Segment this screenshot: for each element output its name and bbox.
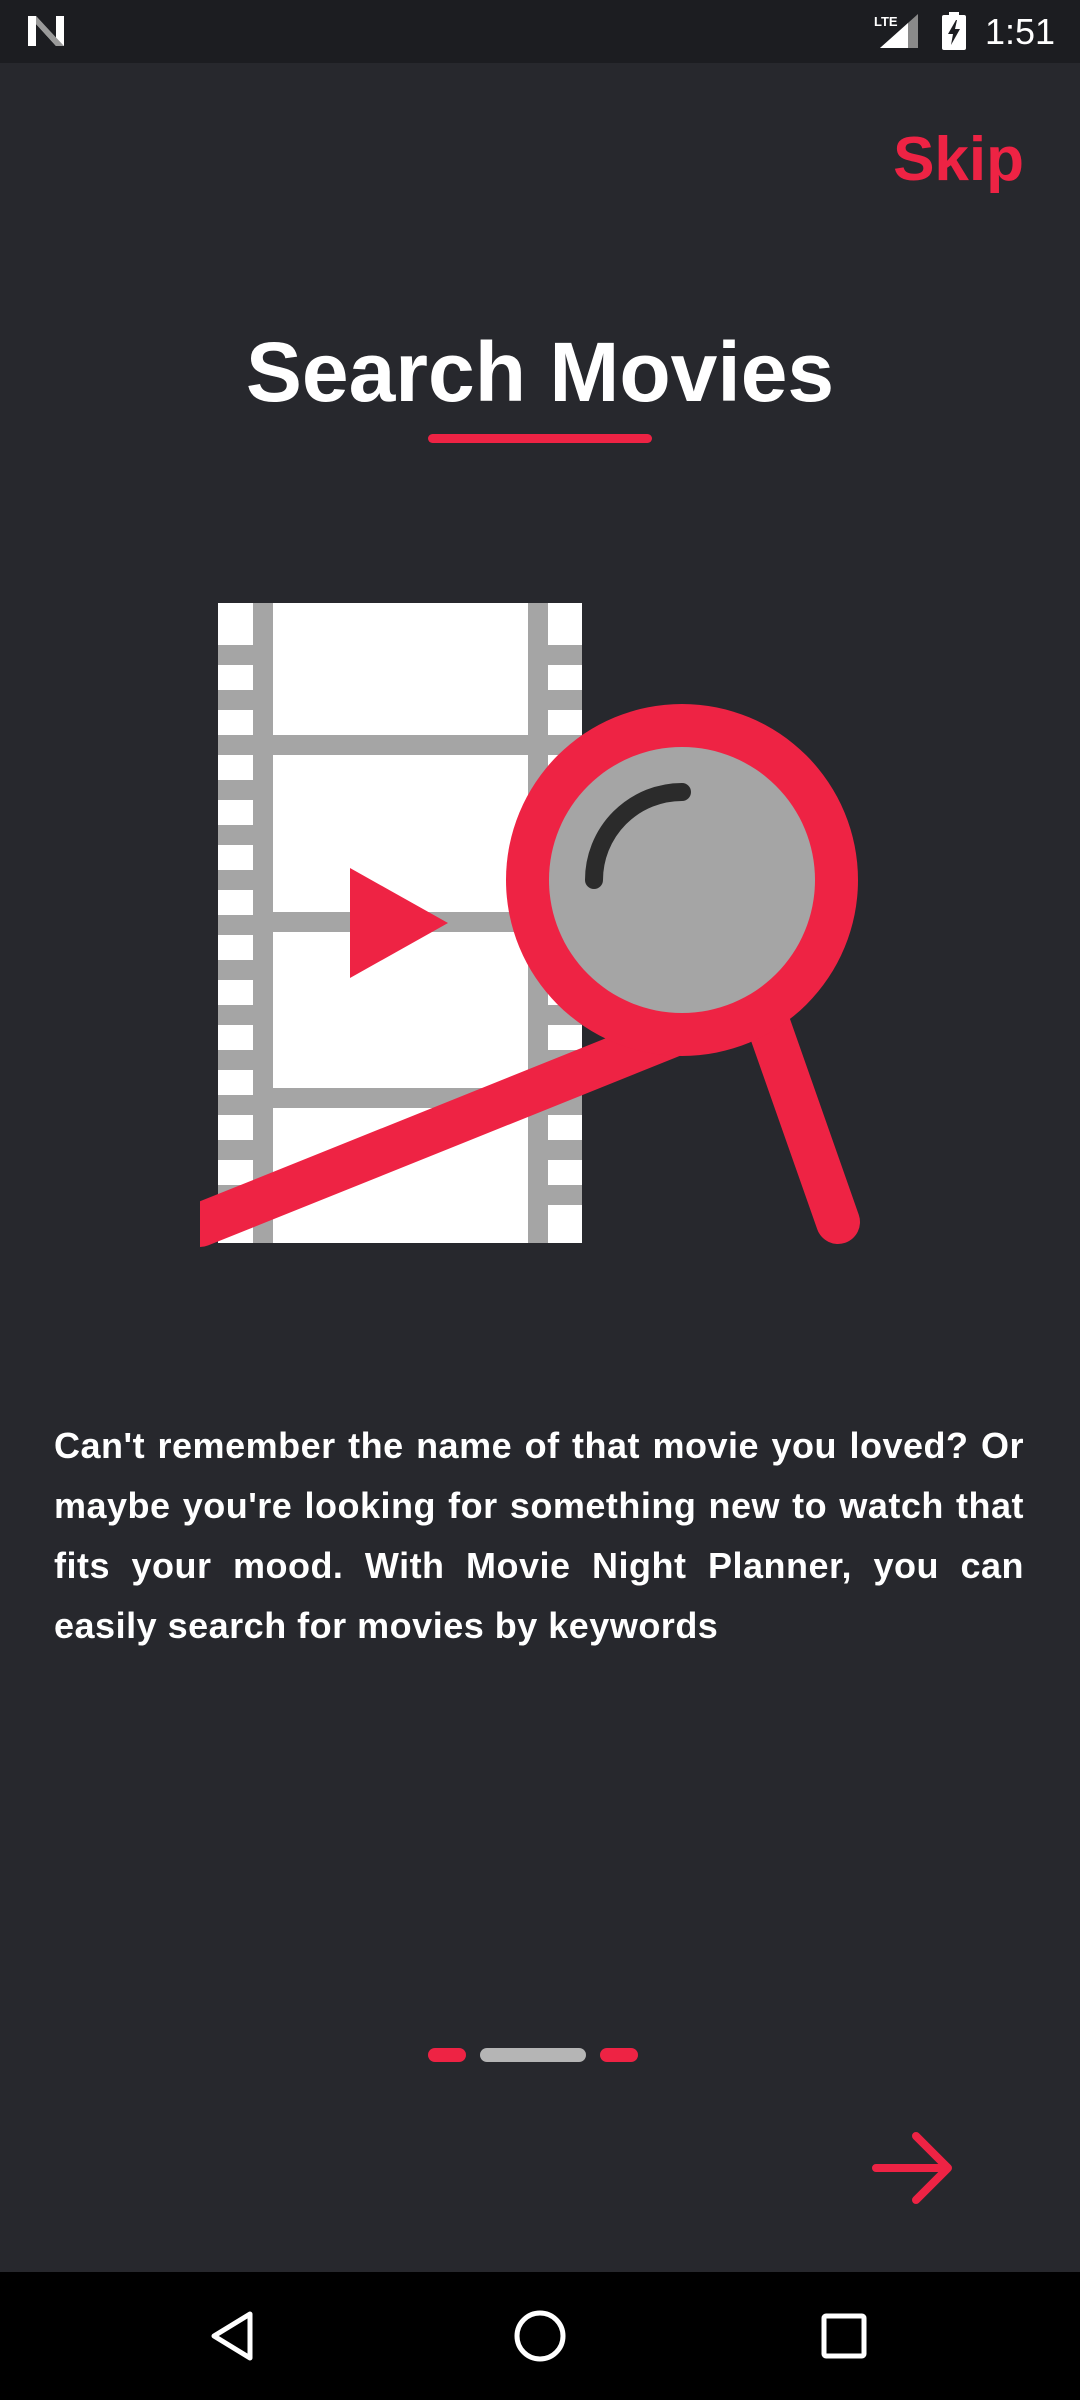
page-dot — [428, 2048, 466, 2062]
page-dot-active — [480, 2048, 586, 2062]
lte-signal-icon: LTE — [874, 14, 918, 48]
battery-charging-icon — [942, 12, 966, 50]
page-dot — [600, 2048, 638, 2062]
search-movies-illustration — [200, 603, 860, 1247]
recents-icon[interactable] — [814, 2306, 874, 2366]
navigation-bar — [0, 2272, 1080, 2400]
status-time: 1:51 — [985, 11, 1056, 52]
page-title: Search Movies — [245, 325, 835, 419]
network-label: LTE — [874, 14, 898, 29]
page-indicator — [428, 2048, 638, 2062]
back-icon[interactable] — [204, 2306, 264, 2366]
description-text: Can't remember the name of that movie yo… — [54, 1425, 1024, 1646]
arrow-right-icon[interactable] — [868, 2126, 958, 2210]
n-logo-icon — [28, 16, 64, 46]
skip-button[interactable]: Skip — [893, 118, 1024, 202]
home-icon[interactable] — [508, 2304, 572, 2368]
onboarding-screen: LTE 1:51 Skip Search Movies Can't rememb… — [0, 0, 1080, 2400]
title-underline — [428, 434, 652, 443]
status-bar: LTE 1:51 — [0, 0, 1080, 63]
